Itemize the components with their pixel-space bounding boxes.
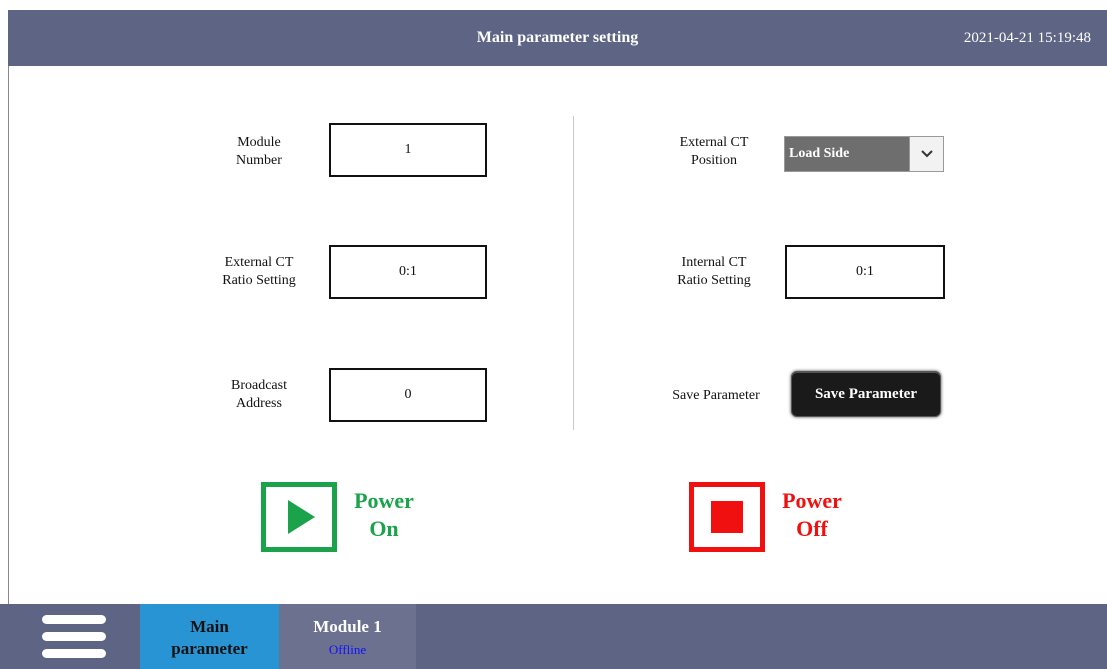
power-on-label[interactable]: Power On xyxy=(339,487,429,543)
save-parameter-label: Save Parameter xyxy=(649,387,789,407)
broadcast-address-field[interactable]: 0 xyxy=(329,368,487,422)
save-parameter-button[interactable]: Save Parameter xyxy=(791,371,941,417)
play-icon xyxy=(288,500,315,534)
broadcast-address-label-line1: Broadcast xyxy=(231,378,287,393)
module-number-field[interactable]: 1 xyxy=(329,123,487,177)
broadcast-address-label-line2: Address xyxy=(236,396,282,411)
module-number-label-line1: Module xyxy=(237,135,281,150)
ext-ct-position-value: Load Side xyxy=(789,146,850,161)
int-ct-ratio-label-line1: Internal CT xyxy=(681,255,747,270)
power-on-label-line2: On xyxy=(369,516,399,541)
broadcast-address-label: Broadcast Address xyxy=(214,377,304,413)
tab-module-1[interactable]: Module 1 Offline xyxy=(279,604,416,669)
ext-ct-ratio-field[interactable]: 0:1 xyxy=(329,245,487,299)
power-off-label-line2: Off xyxy=(796,516,828,541)
stop-icon xyxy=(711,501,743,533)
save-parameter-label-text: Save Parameter xyxy=(672,388,760,403)
column-divider xyxy=(573,116,574,430)
ext-ct-position-label-line1: External CT xyxy=(679,135,749,150)
main-panel: Module Number 1 External CT Ratio Settin… xyxy=(8,66,1107,604)
hamburger-menu-icon[interactable] xyxy=(30,604,120,669)
datetime-display: 2021-04-21 15:19:48 xyxy=(963,30,1091,46)
ext-ct-ratio-label-line1: External CT xyxy=(224,255,294,270)
ext-ct-ratio-label: External CT Ratio Setting xyxy=(204,254,314,290)
int-ct-ratio-label-line2: Ratio Setting xyxy=(677,273,751,288)
power-off-label-line1: Power xyxy=(782,488,842,513)
module-status: Offline xyxy=(328,642,367,657)
power-off-label[interactable]: Power Off xyxy=(767,487,857,543)
int-ct-ratio-field[interactable]: 0:1 xyxy=(785,245,945,299)
module-number-label-line2: Number xyxy=(236,153,282,168)
tab-main-parameter-line1: Main xyxy=(190,617,229,636)
tab-main-parameter-line2: parameter xyxy=(171,639,248,658)
power-off-button[interactable] xyxy=(689,482,765,552)
tab-module-1-name: Module 1 xyxy=(313,617,382,636)
power-on-label-line1: Power xyxy=(354,488,414,513)
int-ct-ratio-label: Internal CT Ratio Setting xyxy=(659,254,769,290)
tab-main-parameter[interactable]: Main parameter xyxy=(140,604,279,669)
ext-ct-ratio-label-line2: Ratio Setting xyxy=(222,273,296,288)
ext-ct-position-label-line2: Position xyxy=(691,153,737,168)
footer-nav: Main parameter Module 1 Offline xyxy=(0,604,1107,669)
ext-ct-position-label: External CT Position xyxy=(659,134,769,170)
ext-ct-position-select[interactable]: Load Side xyxy=(784,136,944,172)
page-title: Main parameter setting xyxy=(476,29,639,46)
app-window: Main parameter setting 2021-04-21 15:19:… xyxy=(0,0,1107,669)
chevron-down-icon[interactable] xyxy=(909,137,943,171)
power-on-button[interactable] xyxy=(261,482,337,552)
module-number-label: Module Number xyxy=(214,134,304,170)
header-bar: Main parameter setting 2021-04-21 15:19:… xyxy=(8,10,1107,66)
